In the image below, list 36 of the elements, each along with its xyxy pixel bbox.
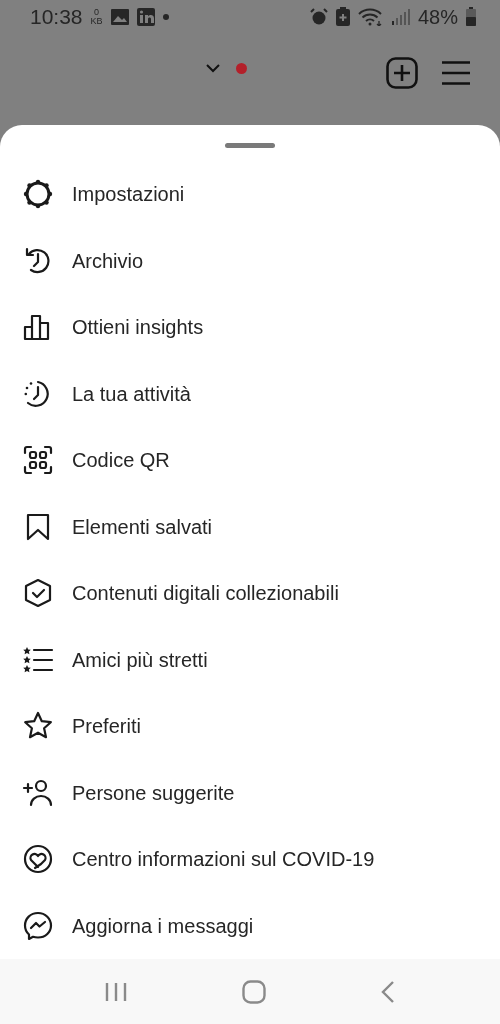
clock-time: 10:38 [30, 3, 83, 30]
drag-handle[interactable] [225, 143, 275, 148]
menu-item[interactable]: Ottieni insights [0, 294, 500, 361]
wifi-icon [357, 7, 384, 26]
chevron-down-icon[interactable] [206, 64, 220, 73]
heart-circle-icon [22, 843, 54, 876]
menu-item[interactable]: Amici più stretti [0, 626, 500, 693]
settings-icon [22, 178, 54, 211]
menu-item[interactable]: Persone suggerite [0, 759, 500, 826]
menu-item[interactable]: Archivio [0, 227, 500, 294]
back-icon[interactable] [380, 979, 395, 1004]
menu-item[interactable]: Preferiti [0, 693, 500, 760]
dot-icon [162, 13, 169, 20]
chat-bubble-icon [22, 909, 54, 942]
battery-level: 48% [417, 4, 458, 30]
alarm-icon [309, 7, 328, 26]
data-counter-value: 0 [93, 7, 101, 17]
menu-item[interactable]: Codice QR [0, 427, 500, 494]
hexagon-check-icon [22, 577, 54, 610]
menu-item[interactable]: Centro informazioni sul COVID-19 [0, 826, 500, 893]
battery-icon [466, 7, 476, 26]
battery-saver-icon [335, 7, 350, 26]
home-icon[interactable] [242, 979, 266, 1004]
menu-item[interactable]: La tua attività [0, 360, 500, 427]
new-post-icon[interactable] [386, 57, 418, 89]
data-counter-unit: KB [90, 16, 103, 26]
recent-apps-icon[interactable] [105, 981, 128, 1002]
menu-item[interactable]: Aggiorna i messaggi [0, 892, 500, 959]
menu-item[interactable]: Contenuti digitali collezionabili [0, 560, 500, 627]
app-icon [136, 7, 155, 26]
image-icon [110, 8, 129, 25]
menu-icon[interactable] [442, 61, 470, 85]
qr-code-icon [22, 444, 54, 477]
menu-item[interactable]: Elementi salvati [0, 493, 500, 560]
menu-item[interactable]: Impostazioni [0, 161, 500, 228]
signal-icon [391, 8, 410, 25]
